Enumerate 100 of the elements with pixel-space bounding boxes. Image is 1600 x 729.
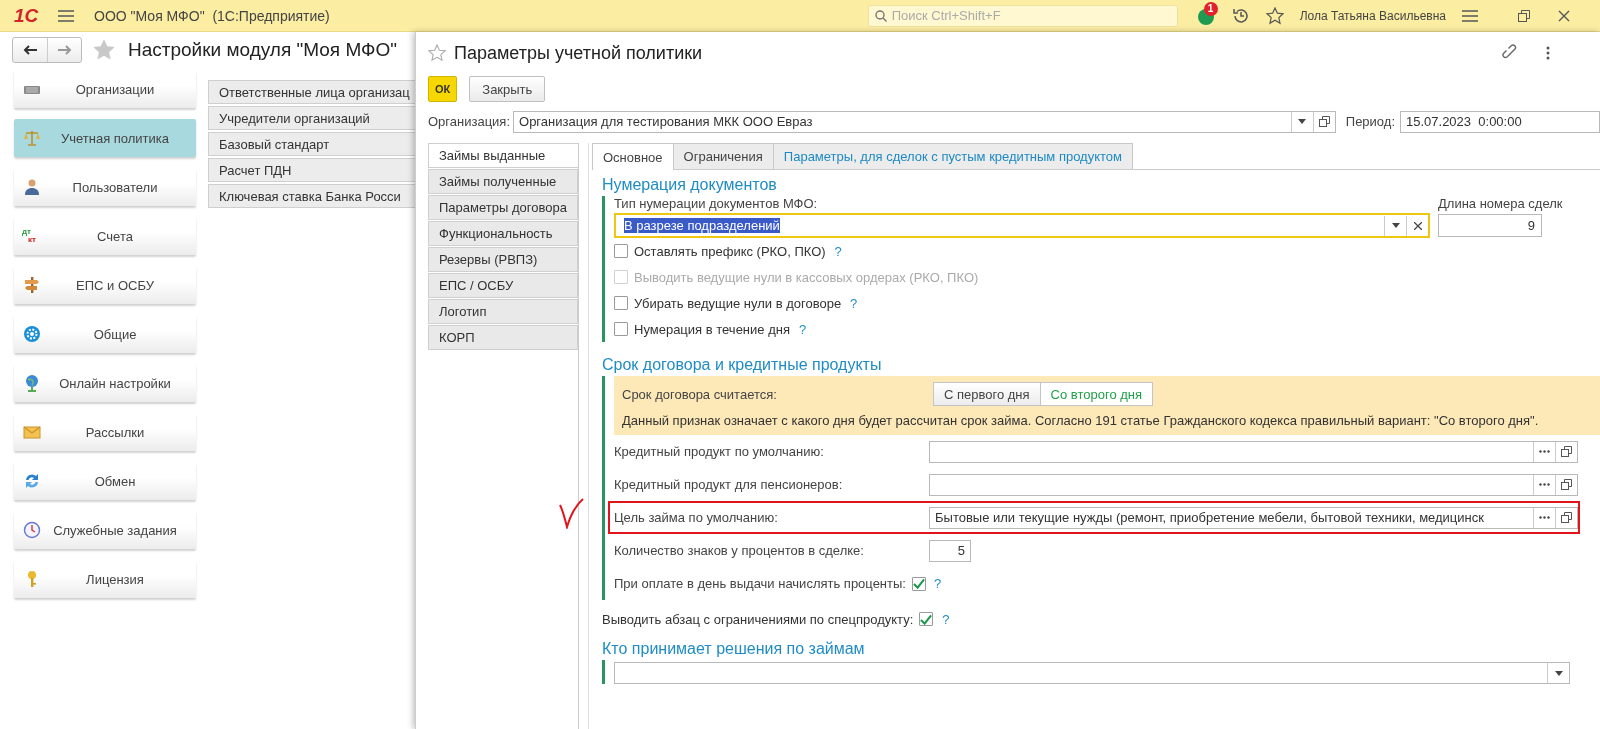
- help-link[interactable]: ?: [942, 611, 950, 627]
- ellipsis-icon: [1539, 483, 1550, 486]
- logo[interactable]: 1С: [14, 4, 50, 27]
- help-link[interactable]: ?: [933, 576, 942, 591]
- clock-icon: [22, 520, 42, 540]
- checkbox[interactable]: [614, 322, 628, 336]
- side-tab[interactable]: ЕПС / ОСБУ: [428, 273, 578, 298]
- scales-icon: [22, 128, 42, 148]
- toggle-button[interactable]: С первого дня: [933, 382, 1041, 406]
- side-tab[interactable]: Функциональность: [428, 221, 578, 246]
- dropdown-icon: [1391, 223, 1400, 228]
- open-window-icon: [1561, 446, 1572, 457]
- checkbox[interactable]: [919, 612, 934, 626]
- checkmark-icon: [912, 578, 925, 589]
- nav-button[interactable]: Учетная политика: [14, 119, 196, 157]
- nav-button[interactable]: Пользователи: [14, 168, 196, 206]
- combo-box[interactable]: В разрезе подразделений: [614, 213, 1430, 238]
- field-label: Длина номера сделк: [1438, 196, 1564, 213]
- side-tab[interactable]: Займы выданные: [428, 143, 578, 168]
- restore-window-icon[interactable]: [1518, 9, 1530, 22]
- field-label: Тип нумерации документов МФО:: [614, 196, 819, 213]
- menu-icon[interactable]: [1462, 9, 1478, 22]
- star-icon[interactable]: [428, 44, 446, 62]
- field-label: Период:: [1345, 114, 1395, 129]
- help-link[interactable]: ?: [798, 321, 807, 337]
- field-label: Организация:: [428, 114, 511, 129]
- period-field[interactable]: 15.07.2023 0:00:00: [1400, 110, 1600, 133]
- section-heading: Кто принимает решения по займам: [602, 640, 866, 658]
- tab[interactable]: Основное: [592, 143, 674, 170]
- organization-field[interactable]: Организация для тестирования МКК ООО Евраз: [513, 110, 1336, 133]
- side-tab[interactable]: Логотип: [428, 299, 578, 324]
- reference-field[interactable]: Бытовые или текущие нужды (ремонт, приобретение мебели, бытовой техники, медицинск: [929, 506, 1578, 529]
- search-icon: [874, 9, 887, 22]
- field-label: Цель займа по умолчанию:: [614, 510, 779, 525]
- tab[interactable]: Ограничения: [672, 143, 774, 169]
- checkbox[interactable]: [911, 576, 926, 591]
- checkmark-icon: [920, 613, 933, 625]
- field-value: Бытовые или текущие нужды (ремонт, приобретение мебели, бытовой техники, медицинск: [935, 510, 1484, 525]
- star-icon[interactable]: [92, 38, 116, 62]
- field-label: При оплате в день выдачи начислять проценты:: [614, 576, 906, 591]
- person-icon: [22, 177, 42, 197]
- checkbox-label: Оставлять префикс (РКО, ПКО): [634, 243, 826, 259]
- dropdown-field[interactable]: [614, 662, 1570, 684]
- ok-button[interactable]: ОК: [428, 76, 458, 102]
- clear-icon: [1413, 221, 1422, 230]
- side-tab[interactable]: Займы полученные: [428, 169, 578, 194]
- nav-button[interactable]: Общие: [14, 315, 196, 353]
- side-tab[interactable]: Резервы (РВПЗ): [428, 247, 578, 272]
- star-icon[interactable]: [1265, 6, 1284, 25]
- nav-button[interactable]: Служебные задания: [14, 511, 196, 549]
- selected-text: В разрезе подразделений: [624, 218, 780, 233]
- dialog-title: Параметры учетной политики: [454, 42, 703, 64]
- section-heading: Нумерация документов: [602, 176, 778, 194]
- reference-field[interactable]: [929, 473, 1578, 496]
- nav-button[interactable]: Обмен: [14, 462, 196, 500]
- open-window-icon: [1318, 116, 1330, 127]
- field-value: Организация для тестирования МКК ООО Евраз: [518, 114, 814, 129]
- nav-button[interactable]: ЕПС и ОСБУ: [14, 266, 196, 304]
- more-icon[interactable]: [1546, 46, 1550, 60]
- field-value: 15.07.2023 0:00:00: [1405, 114, 1523, 129]
- field-label: Количество знаков у процентов в сделке:: [614, 543, 865, 558]
- search-placeholder: Поиск Ctrl+Shift+F: [891, 8, 1001, 23]
- field-label: Срок договора считается:: [622, 386, 778, 402]
- open-window-icon: [1561, 512, 1572, 523]
- menu-icon[interactable]: [58, 9, 74, 22]
- checkbox-label: Убирать ведущие нули в договоре: [634, 295, 842, 311]
- forward-arrow-icon: [57, 45, 72, 55]
- checkbox-label: Выводить абзац с ограничениями по спецпродукту:: [602, 611, 914, 627]
- help-link[interactable]: ?: [850, 295, 858, 311]
- close-icon[interactable]: [1558, 9, 1570, 22]
- checkbox[interactable]: [614, 244, 628, 258]
- nav-button[interactable]: дт кт Счета: [14, 217, 196, 255]
- reference-field[interactable]: [929, 440, 1578, 463]
- checkbox[interactable]: [614, 296, 628, 310]
- debit-credit-icon: дт кт: [22, 228, 42, 244]
- nav-button[interactable]: Лицензия: [14, 560, 196, 598]
- number-field[interactable]: 5: [929, 539, 971, 562]
- checkbox-label: Выводить ведущие нули в кассовых ордерах (РКО, ПКО): [634, 269, 979, 285]
- number-field[interactable]: 9: [1438, 214, 1542, 237]
- field-label: Кредитный продукт по умолчанию:: [614, 444, 825, 459]
- side-tab[interactable]: Параметры договора: [428, 195, 578, 220]
- hand-drawn-check-icon: [558, 497, 584, 529]
- back-arrow-icon: [23, 45, 37, 55]
- history-icon[interactable]: [1231, 6, 1250, 25]
- open-window-icon: [1561, 479, 1572, 490]
- help-link[interactable]: ?: [834, 243, 842, 259]
- nav-button[interactable]: Рассылки: [14, 413, 196, 451]
- ellipsis-icon: [1539, 450, 1550, 453]
- field-label: Кредитный продукт для пенсионеров:: [614, 477, 844, 492]
- user-name[interactable]: Лола Татьяна Васильевна: [1299, 8, 1446, 23]
- nav-button[interactable]: Онлайн настройки: [14, 364, 196, 402]
- close-button[interactable]: Закрыть: [469, 76, 546, 102]
- nav-button[interactable]: Организации: [14, 70, 196, 108]
- page-title: Настройки модуля "Моя МФО": [128, 39, 397, 61]
- ellipsis-icon: [1539, 516, 1550, 519]
- side-tab[interactable]: КОРП: [428, 325, 578, 350]
- hint-text: Данный признак означает с какого дня будет рассчитан срок займа. Согласно 191 статье Гражданского кодекса правильный вариант: "Со второго дня".: [622, 413, 1540, 429]
- dropdown-icon: [1298, 119, 1307, 124]
- section-heading: Срок договора и кредитные продукты: [602, 356, 883, 374]
- gear-icon: [22, 324, 42, 344]
